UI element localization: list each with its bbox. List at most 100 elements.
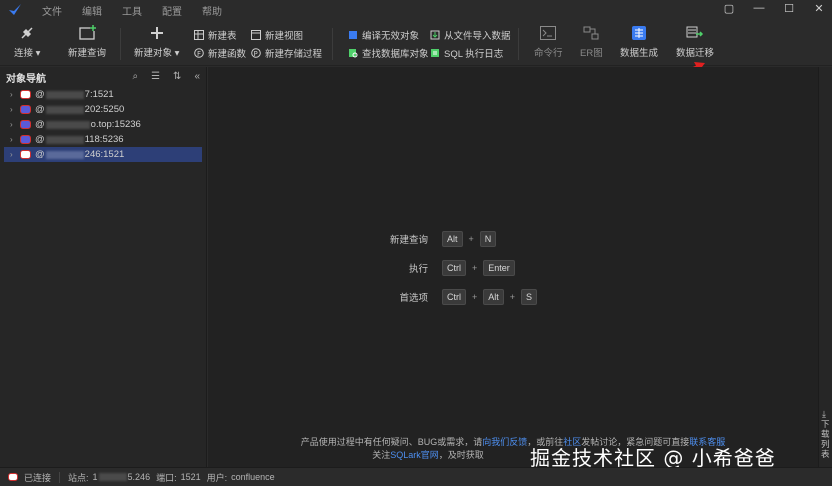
site-value-b: 5.246: [127, 472, 151, 482]
connection-prefix: @: [35, 89, 45, 100]
key-alt: Alt: [442, 231, 463, 247]
function-icon: F: [194, 48, 204, 58]
shortcut-label: 首选项: [399, 293, 428, 304]
terminal-icon: [539, 24, 557, 42]
import-icon: [430, 30, 440, 40]
key-enter: Enter: [483, 260, 515, 276]
maximize-icon[interactable]: ☐: [782, 2, 796, 15]
toolbar-separator: [120, 28, 121, 60]
find-db-icon: [348, 48, 358, 58]
app-logo-icon: [9, 4, 21, 15]
command-line-button[interactable]: 命令行: [534, 24, 563, 59]
chevron-right-icon[interactable]: ›: [10, 105, 18, 114]
chevron-right-icon[interactable]: ›: [10, 135, 18, 144]
data-generate-label: 数据生成: [620, 48, 659, 59]
data-migrate-icon: [686, 24, 704, 42]
connection-item[interactable]: › @ o.top:15236: [4, 117, 202, 132]
connection-status: 已连接: [24, 472, 52, 483]
feedback-link[interactable]: 向我们反馈: [482, 437, 527, 447]
shortcut-new-query: 新建查询 Alt + N: [388, 231, 497, 247]
sql-log-label: SQL 执行日志: [444, 49, 504, 60]
oracle-db-icon: [20, 150, 31, 159]
plus-icon: [148, 24, 166, 42]
data-migrate-label: 数据迁移: [676, 48, 715, 59]
minimize-icon[interactable]: —: [752, 2, 766, 15]
data-generate-button[interactable]: 数据生成: [620, 24, 658, 59]
connection-item-selected[interactable]: › @ 246:1521: [4, 147, 202, 162]
connection-suffix: 202:5250: [84, 104, 125, 115]
plug-icon: [18, 24, 36, 42]
dameng-db-icon: [20, 120, 31, 129]
download-list-tab[interactable]: 下载列表: [821, 419, 831, 459]
connection-status-icon: [8, 473, 18, 481]
compile-invalid-button[interactable]: 编译无效对象: [348, 28, 419, 42]
sort-icon[interactable]: ⇅: [173, 71, 181, 82]
new-query-icon: [78, 24, 96, 42]
menu-tools[interactable]: 工具: [122, 3, 142, 18]
new-table-button[interactable]: 新建表: [194, 28, 237, 42]
filter-icon[interactable]: ☰: [151, 71, 160, 82]
command-line-label: 命令行: [534, 48, 563, 59]
connection-item[interactable]: › @ 7:1521: [4, 87, 202, 102]
layout-toggle-icon[interactable]: ▢: [722, 2, 736, 15]
connection-item[interactable]: › @ 202:5250: [4, 102, 202, 117]
sql-log-button[interactable]: SQL 执行日志: [430, 46, 503, 60]
chevron-right-icon[interactable]: ›: [10, 120, 18, 129]
dameng-db-icon: [20, 105, 31, 114]
footer-text-part: ，及时获取: [438, 450, 484, 460]
svg-text:P: P: [254, 50, 258, 58]
connect-button[interactable]: 连接 ▾: [14, 24, 40, 59]
menu-edit[interactable]: 编辑: [82, 3, 102, 18]
site-label: 站点:: [68, 472, 89, 483]
new-view-button[interactable]: 新建视图: [251, 28, 303, 42]
connection-prefix: @: [35, 149, 45, 160]
find-object-label: 查找数据库对象: [362, 49, 429, 60]
close-icon[interactable]: ✕: [812, 2, 826, 15]
welcome-panel: 新建查询 Alt + N 执行 Ctrl + Enter 首选项 Ctrl + …: [208, 67, 818, 467]
import-file-button[interactable]: 从文件导入数据: [430, 28, 511, 42]
sqlark-site-link[interactable]: SQLark官网: [390, 450, 439, 460]
site-value-a: 1: [92, 472, 98, 482]
oracle-db-icon: [20, 90, 31, 99]
collapse-sidebar-icon[interactable]: «: [194, 71, 200, 82]
redacted-host: [45, 135, 84, 144]
data-generate-icon: [630, 24, 648, 42]
connection-prefix: @: [35, 119, 45, 130]
new-object-button[interactable]: 新建对象 ▾: [134, 24, 179, 59]
new-query-button[interactable]: 新建查询: [68, 24, 106, 59]
search-icon[interactable]: ⌕: [132, 71, 138, 82]
chevron-right-icon[interactable]: ›: [10, 90, 18, 99]
connection-prefix: @: [35, 104, 45, 115]
chevron-right-icon[interactable]: ›: [10, 150, 18, 159]
port-label: 端口:: [156, 472, 177, 483]
connection-item[interactable]: › @ 118:5236: [4, 132, 202, 147]
user-value: confluence: [231, 472, 275, 482]
find-object-button[interactable]: 查找数据库对象: [348, 46, 429, 60]
redacted-host: [45, 105, 84, 114]
user-label: 用户:: [206, 472, 228, 483]
key-ctrl: Ctrl: [442, 289, 466, 305]
new-object-label: 新建对象: [134, 48, 173, 59]
new-function-button[interactable]: F 新建函数: [194, 46, 246, 60]
menu-file[interactable]: 文件: [42, 3, 62, 18]
port-value: 1521: [180, 472, 201, 482]
toolbar-separator: [518, 28, 519, 60]
data-migrate-button[interactable]: 数据迁移: [676, 24, 714, 59]
compile-icon: [348, 30, 358, 40]
menu-config[interactable]: 配置: [162, 3, 182, 18]
shortcut-label: 执行: [408, 264, 428, 275]
menu-help[interactable]: 帮助: [202, 3, 222, 18]
dameng-db-icon: [20, 135, 31, 144]
connection-prefix: @: [35, 134, 45, 145]
key-alt: Alt: [483, 289, 504, 305]
key-n: N: [479, 231, 497, 247]
menu-bar: 文件 编辑 工具 配置 帮助 ▢ — ☐ ✕: [0, 0, 832, 20]
key-s: S: [521, 289, 538, 305]
er-diagram-button[interactable]: ER图: [580, 24, 603, 59]
er-diagram-label: ER图: [580, 48, 603, 59]
new-view-label: 新建视图: [265, 31, 304, 42]
shortcut-label: 新建查询: [389, 235, 428, 246]
log-icon: [430, 48, 440, 58]
new-procedure-button[interactable]: P 新建存储过程: [251, 46, 322, 60]
redacted-host: [45, 90, 84, 99]
